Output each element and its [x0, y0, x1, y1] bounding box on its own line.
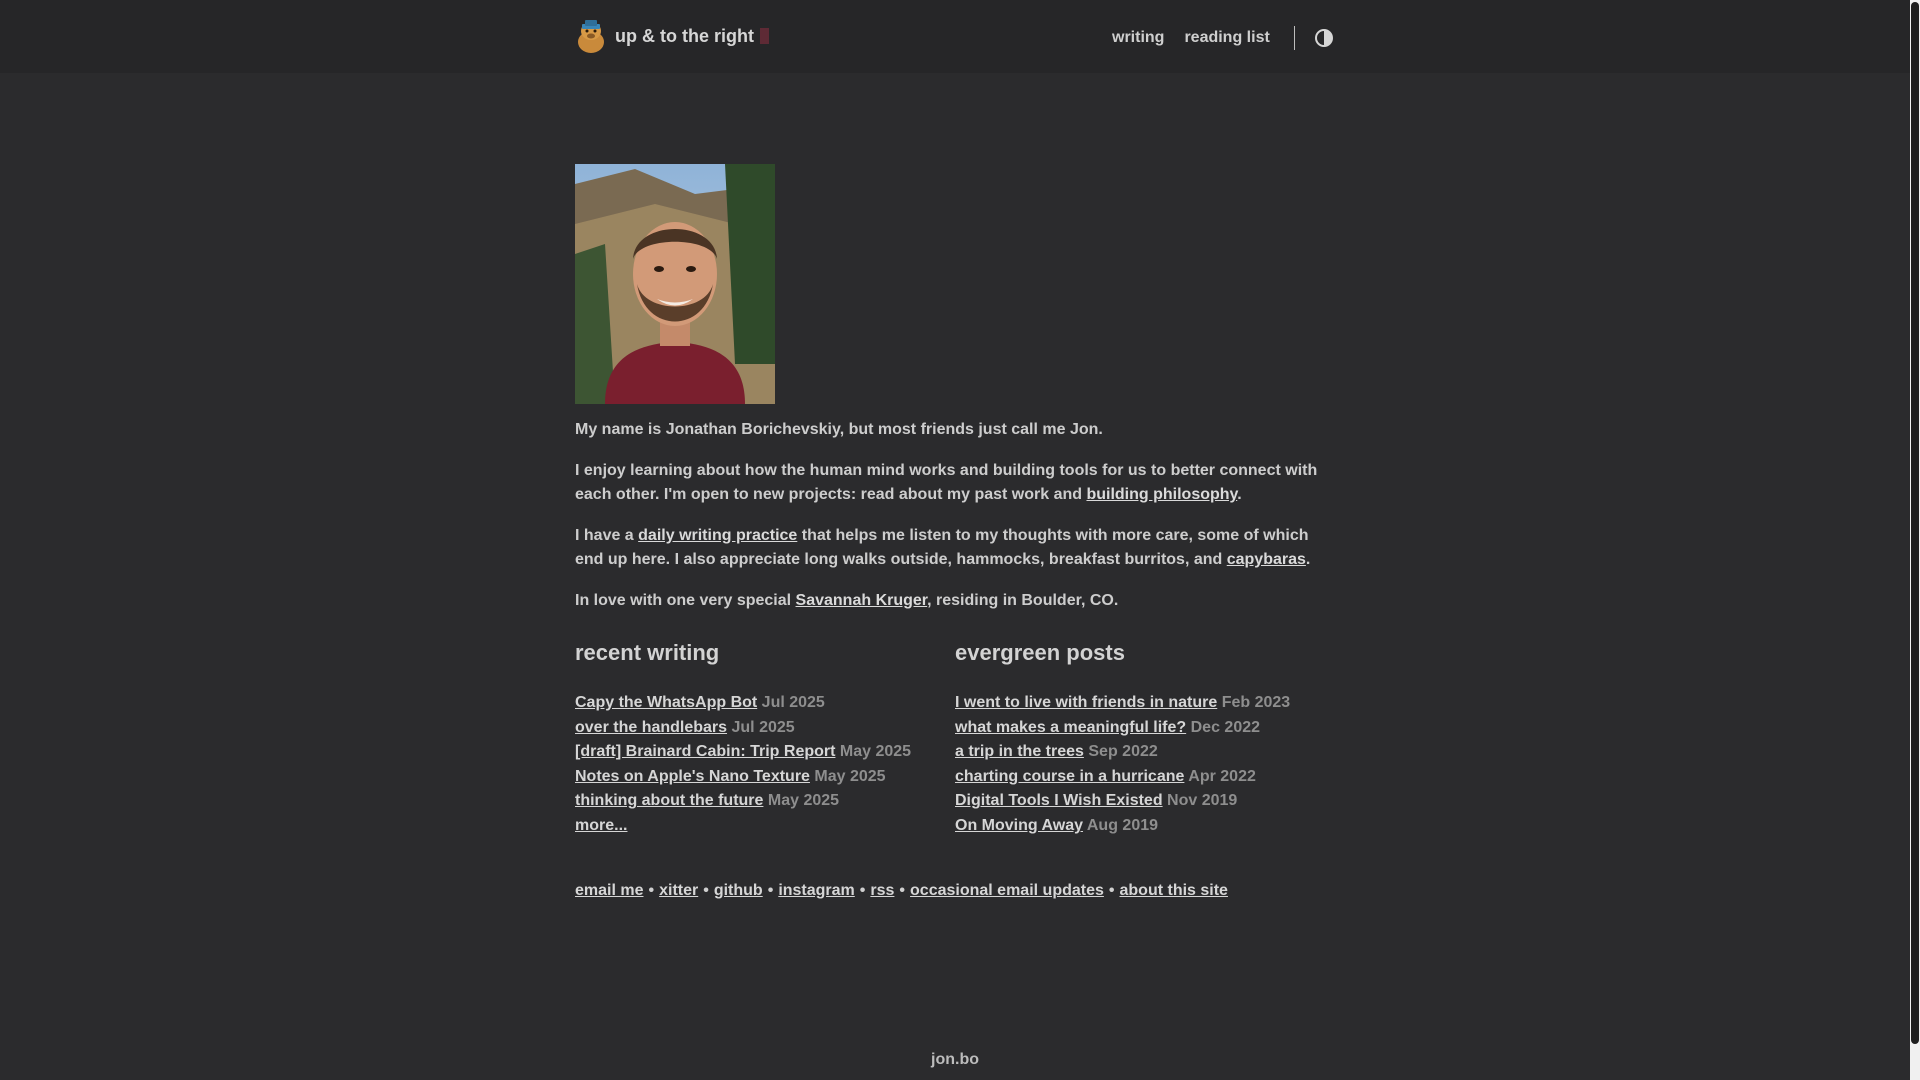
profile-photo	[575, 164, 775, 404]
link-separator: •	[648, 882, 655, 899]
link-separator: •	[703, 882, 709, 899]
list-item: Digital Tools I Wish Existed Nov 2019	[955, 789, 1335, 814]
post-date: Dec 2022	[1190, 718, 1261, 736]
github-link[interactable]: github	[714, 882, 763, 899]
intro-paragraph-3: I have a daily writing practice that hel…	[575, 527, 1311, 568]
post-link[interactable]: On Moving Away	[955, 817, 1083, 834]
post-date: Nov 2019	[1167, 792, 1238, 810]
recent-writing-section: recent writing Capy the WhatsApp Bot Jul…	[575, 638, 955, 839]
building-philosophy-link[interactable]: building philosophy	[1086, 486, 1237, 503]
list-item: what makes a meaningful life? Dec 2022	[955, 716, 1335, 741]
list-item: a trip in the trees Sep 2022	[955, 740, 1335, 765]
intro-section: My name is Jonathan Borichevskiy, but mo…	[575, 418, 1335, 630]
about-this-site-link[interactable]: about this site	[1120, 882, 1228, 899]
post-link[interactable]: a trip in the trees	[955, 743, 1084, 760]
nav-writing-link[interactable]: writing	[1112, 29, 1164, 47]
rss-link[interactable]: rss	[870, 882, 894, 899]
daily-writing-practice-link[interactable]: daily writing practice	[638, 527, 797, 544]
post-link[interactable]: [draft] Brainard Cabin: Trip Report	[575, 743, 835, 760]
list-item: Capy the WhatsApp Bot Jul 2025	[575, 691, 955, 716]
post-link[interactable]: charting course in a hurricane	[955, 768, 1184, 785]
social-links: email me • xitter • github • instagram • rss • occ…	[575, 879, 1228, 903]
list-item: more...	[575, 814, 955, 839]
post-date: Sep 2022	[1088, 743, 1158, 761]
post-link[interactable]: thinking about the future	[575, 792, 763, 809]
list-item: charting course in a hurricane Apr 2022	[955, 765, 1335, 790]
post-link[interactable]: Capy the WhatsApp Bot	[575, 694, 757, 711]
post-link[interactable]: what makes a meaningful life?	[955, 719, 1186, 736]
post-date: May 2025	[814, 767, 886, 785]
list-item: On Moving Away Aug 2019	[955, 814, 1335, 839]
instagram-link[interactable]: instagram	[778, 882, 854, 899]
recent-writing-heading: recent writing	[575, 640, 720, 665]
link-separator: •	[1108, 882, 1115, 899]
email-me-link[interactable]: email me	[575, 882, 643, 899]
post-date: Apr 2022	[1188, 767, 1256, 785]
cursor-block	[759, 28, 769, 44]
site-brand[interactable]: up & to the right	[575, 18, 769, 54]
post-date: Jul 2025	[761, 694, 825, 711]
link-separator: •	[899, 882, 906, 899]
nav-divider	[1293, 26, 1295, 50]
intro-paragraph-4: In love with one very special Savannah K…	[575, 592, 1119, 609]
list-item: thinking about the future May 2025	[575, 789, 955, 814]
nav-reading-list-link[interactable]: reading list	[1184, 29, 1269, 47]
list-item: I went to live with friends in nature Fe…	[955, 691, 1335, 716]
top-bar: up & to the right writing reading list	[0, 0, 1910, 73]
capybaras-link[interactable]: capybaras	[1227, 551, 1306, 568]
intro-paragraph-2: I enjoy learning about how the human min…	[575, 462, 1318, 503]
post-date: Feb 2023	[1221, 694, 1291, 711]
footer-domain: jon.bo	[931, 1051, 979, 1068]
post-link[interactable]: Digital Tools I Wish Existed	[955, 792, 1163, 809]
list-item: [draft] Brainard Cabin: Trip Report May …	[575, 740, 955, 765]
capybara-icon[interactable]	[575, 18, 607, 54]
post-link[interactable]: I went to live with friends in nature	[955, 694, 1217, 711]
post-date: May 2025	[767, 792, 840, 810]
link-separator: •	[859, 882, 866, 899]
main-nav: writing reading list	[1112, 26, 1334, 50]
list-item: Notes on Apple's Nano Texture May 2025	[575, 765, 955, 790]
xitter-link[interactable]: xitter	[659, 882, 698, 899]
evergreen-posts-section: evergreen posts I went to live with frie…	[955, 638, 1335, 839]
link-separator: •	[767, 882, 774, 899]
email-updates-link[interactable]: occasional email updates	[910, 882, 1104, 899]
post-date: May 2025	[839, 743, 912, 761]
evergreen-posts-heading: evergreen posts	[955, 640, 1125, 665]
post-link[interactable]: Notes on Apple's Nano Texture	[575, 768, 810, 785]
scrollbar-thumb[interactable]	[1911, 2, 1919, 1044]
site-title-link[interactable]: up & to the right	[615, 26, 754, 47]
post-date: Jul 2025	[731, 718, 795, 736]
post-link[interactable]: over the handlebars	[575, 719, 727, 736]
more-posts-link[interactable]: more...	[575, 817, 627, 834]
post-date: Aug 2019	[1086, 816, 1159, 834]
page-scrollbar[interactable]	[1910, 0, 1920, 1080]
posts-columns: recent writing Capy the WhatsApp Bot Jul…	[575, 638, 1335, 839]
contrast-icon[interactable]	[1314, 28, 1334, 48]
savannah-kruger-link[interactable]: Savannah Kruger	[796, 592, 928, 609]
list-item: over the handlebars Jul 2025	[575, 716, 955, 741]
intro-paragraph-1: My name is Jonathan Borichevskiy, but mo…	[575, 421, 1103, 438]
